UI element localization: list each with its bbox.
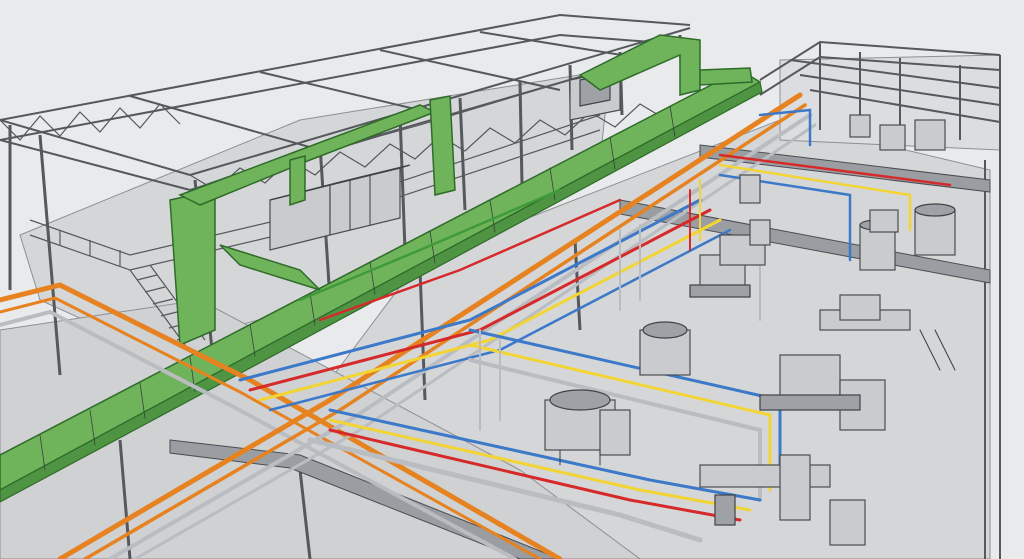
tumbler-machine	[639, 321, 691, 376]
duct-drop-mid	[289, 155, 306, 207]
industrial-plant-cutaway-diagram	[0, 13, 1001, 559]
duct-top-right	[578, 34, 701, 96]
duct-drop-center	[429, 95, 456, 196]
duct-elbow-right	[699, 67, 753, 86]
